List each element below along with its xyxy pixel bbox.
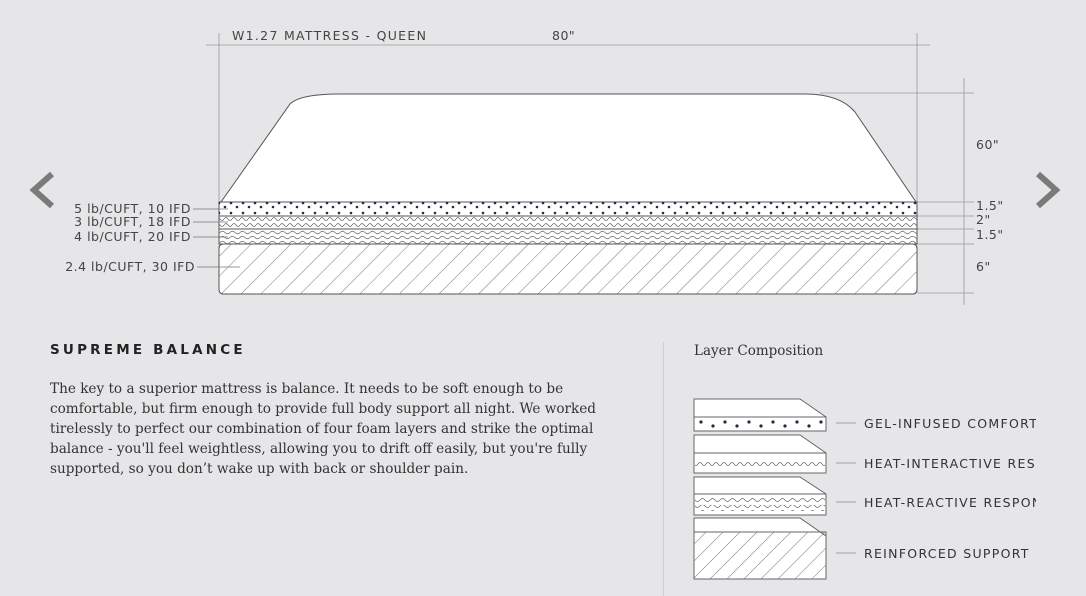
chevron-left-icon bbox=[29, 171, 54, 209]
width-dimension: 60" bbox=[976, 137, 1000, 152]
column-divider bbox=[663, 342, 664, 596]
mattress-layers bbox=[218, 201, 918, 295]
composition-label-3: HEAT-REACTIVE RESPON bbox=[864, 495, 1036, 510]
next-button[interactable] bbox=[1028, 168, 1068, 212]
section-heading: SUPREME BALANCE bbox=[50, 342, 246, 358]
composition-label-2: HEAT-INTERACTIVE RESI bbox=[864, 456, 1036, 471]
composition-diagram bbox=[693, 398, 856, 580]
length-dimension: 80" bbox=[552, 28, 576, 43]
composition-title: Layer Composition bbox=[694, 343, 824, 359]
chevron-right-icon bbox=[1036, 171, 1061, 209]
layer-height-2: 2" bbox=[976, 212, 991, 227]
prev-button[interactable] bbox=[22, 168, 62, 212]
composition-label-4: REINFORCED SUPPORT L bbox=[864, 546, 1036, 561]
mattress-top bbox=[220, 93, 917, 203]
layer-height-4: 6" bbox=[976, 259, 991, 274]
layer-spec-4: 2.4 lb/CUFT, 30 IFD bbox=[65, 259, 195, 274]
section-body: The key to a superior mattress is balanc… bbox=[50, 381, 596, 477]
layer-spec-3: 4 lb/CUFT, 20 IFD bbox=[74, 229, 191, 244]
layer-height-3: 1.5" bbox=[976, 227, 1004, 242]
composition-label-1: GEL-INFUSED COMFORT bbox=[864, 416, 1036, 431]
layer-spec-2: 3 lb/CUFT, 18 IFD bbox=[74, 214, 191, 229]
mattress-title: W1.27 MATTRESS - QUEEN bbox=[232, 28, 428, 43]
layer-height-1: 1.5" bbox=[976, 198, 1004, 213]
